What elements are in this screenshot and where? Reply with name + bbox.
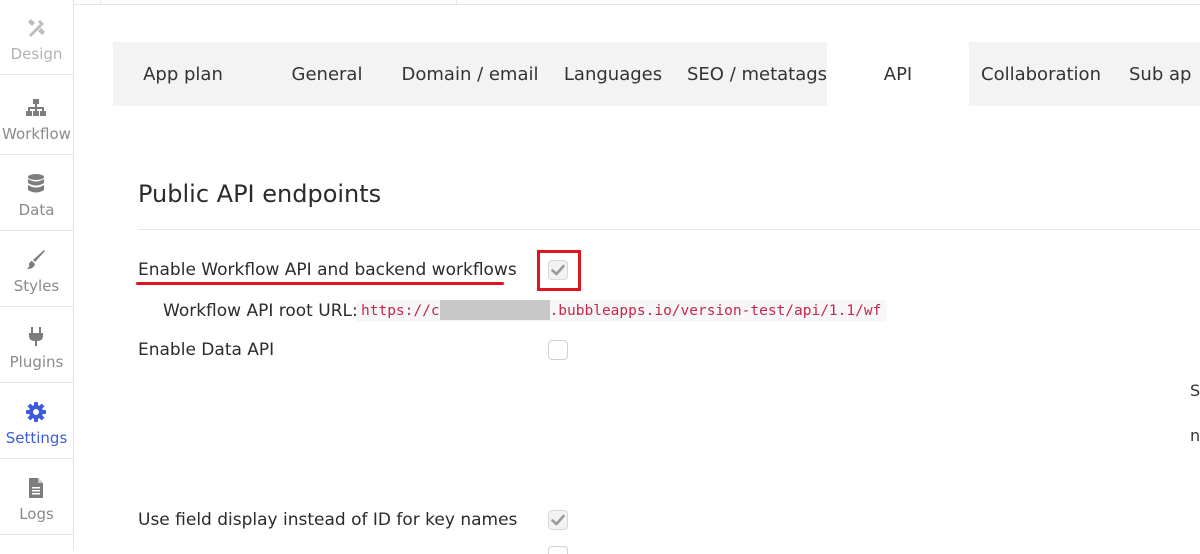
design-icon (28, 19, 45, 37)
section-divider (138, 229, 1200, 230)
enable-data-api-checkbox[interactable] (548, 340, 568, 360)
redacted-app-name (439, 300, 550, 320)
sidebar-item-label: Plugins (9, 353, 64, 371)
left-sidebar: Design Workflow Data Styles Plugins Sett… (0, 0, 74, 550)
workflow-icon (26, 99, 46, 116)
tab-api[interactable]: API (827, 42, 969, 106)
gear-icon (26, 402, 46, 422)
workflow-api-root-url: https://c .bubbleapps.io/version-test/api… (356, 300, 888, 322)
brush-icon (27, 250, 45, 269)
clipped-text: S (1190, 381, 1200, 400)
tab-domain-email[interactable]: Domain / email (401, 42, 539, 106)
enable-data-api-label: Enable Data API (138, 340, 275, 360)
plug-icon (29, 327, 43, 346)
database-icon (28, 174, 44, 193)
sidebar-item-label: Design (10, 45, 63, 63)
next-row-checkbox[interactable] (548, 546, 568, 554)
sidebar-item-plugins[interactable]: Plugins (0, 308, 73, 383)
top-strip (74, 0, 1200, 5)
root-url-prefix: https://c (361, 303, 440, 319)
tab-general[interactable]: General (253, 42, 401, 106)
sidebar-item-label: Data (18, 201, 55, 219)
sidebar-item-workflow[interactable]: Workflow (0, 80, 73, 155)
section-title: Public API endpoints (138, 180, 382, 208)
tab-collaboration[interactable]: Collaboration (969, 42, 1113, 106)
sidebar-item-label: Settings (5, 429, 68, 447)
document-icon (29, 478, 43, 498)
enable-workflow-api-label: Enable Workflow API and backend workflow… (138, 260, 517, 280)
highlight-underline (136, 282, 504, 285)
checkmark-icon (551, 514, 565, 526)
tab-languages[interactable]: Languages (539, 42, 687, 106)
clipped-text: n (1190, 426, 1200, 445)
workflow-api-root-url-label: Workflow API root URL: (163, 301, 358, 321)
top-strip-segment (100, 0, 457, 4)
field-display-label: Use field display instead of ID for key … (138, 510, 518, 530)
sidebar-item-design[interactable]: Design (0, 0, 73, 75)
tab-app-plan[interactable]: App plan (113, 42, 253, 106)
root-url-suffix: .bubbleapps.io/version-test/api/1.1/wf (549, 303, 882, 319)
sidebar-item-styles[interactable]: Styles (0, 232, 73, 307)
sidebar-item-data[interactable]: Data (0, 156, 73, 231)
sidebar-item-label: Styles (13, 277, 60, 295)
highlight-box (537, 250, 581, 291)
field-display-checkbox[interactable] (548, 510, 568, 530)
tab-sub-apps[interactable]: Sub ap (1129, 42, 1200, 106)
tab-seo-metatags[interactable]: SEO / metatags (687, 42, 827, 106)
sidebar-item-label: Logs (19, 505, 54, 523)
sidebar-item-settings[interactable]: Settings (0, 384, 73, 459)
sidebar-item-label: Workflow (2, 125, 71, 143)
sidebar-item-logs[interactable]: Logs (0, 460, 73, 535)
settings-tab-bar: App plan General Domain / email Language… (113, 42, 1200, 106)
